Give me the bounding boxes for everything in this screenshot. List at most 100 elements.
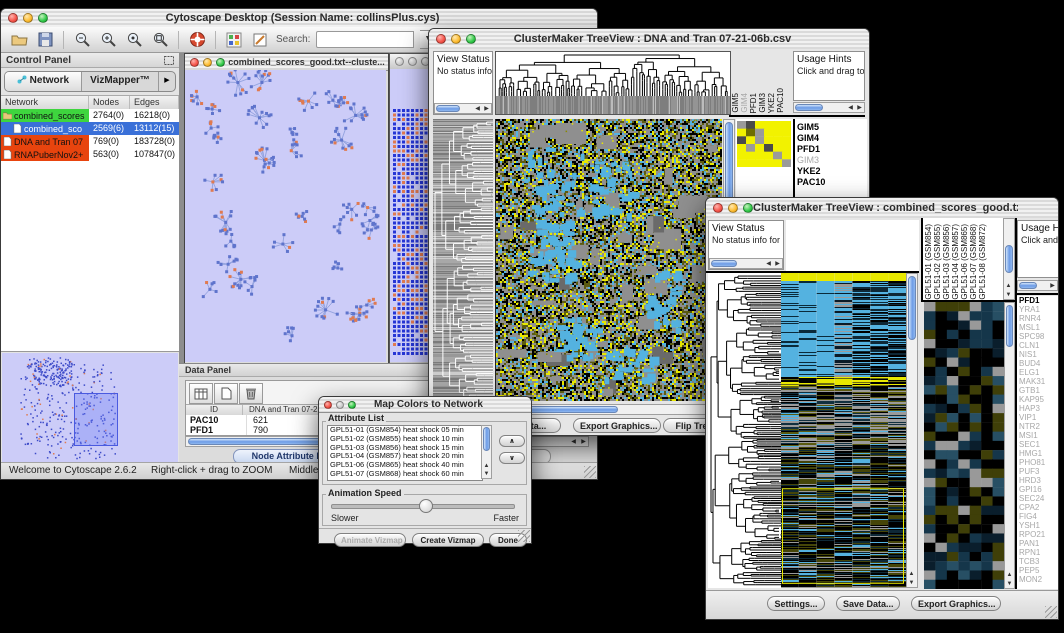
zoom-window-icon[interactable] (348, 401, 356, 409)
column-label[interactable]: GIM3 (759, 93, 767, 113)
save-session-button[interactable] (35, 30, 55, 50)
gene-label[interactable]: PFD1 (1017, 296, 1058, 305)
gene-label[interactable]: GIM5 (795, 122, 867, 133)
column-label[interactable]: GPL51-08 (GSM872) (979, 224, 987, 300)
gene-label[interactable]: SEC24 (1017, 494, 1058, 503)
col-network[interactable]: Network (1, 96, 89, 109)
column-label[interactable]: YKE2 (768, 93, 776, 113)
minimize-icon[interactable] (728, 203, 738, 213)
gene-label[interactable]: BUD4 (1017, 359, 1058, 368)
gene-label[interactable]: MSI1 (1017, 431, 1058, 440)
zoom-window-icon[interactable] (38, 13, 48, 23)
column-label[interactable]: GPL51-07 (GSM868) (970, 224, 978, 300)
gene-label[interactable]: HMG1 (1017, 449, 1058, 458)
zoom-window-icon[interactable] (743, 203, 753, 213)
column-label[interactable]: GPL51-04 (GSM857) (952, 224, 960, 300)
tv2-row-dendrogram[interactable] (708, 273, 781, 588)
scroll-down-icon[interactable]: ▼ (482, 471, 491, 477)
tv1-heatmap[interactable] (495, 119, 722, 401)
scroll-thumb[interactable] (795, 104, 823, 111)
tv1-similarity-matrix[interactable] (737, 121, 791, 167)
scroll-right-icon[interactable]: ▶ (855, 105, 864, 111)
scroll-thumb[interactable] (908, 276, 916, 340)
gene-label[interactable]: TCB3 (1017, 557, 1058, 566)
gene-label[interactable]: YSH1 (1017, 521, 1058, 530)
vizmapper-icon[interactable] (224, 30, 244, 50)
scroll-thumb[interactable] (1019, 282, 1037, 289)
scroll-right-icon[interactable]: ▶ (579, 439, 588, 445)
gene-label[interactable]: CLN1 (1017, 341, 1058, 350)
tv2-labels-scrollbar[interactable]: ▲ ▼ (1003, 218, 1015, 300)
tv2-hints-scrollbar[interactable]: ▶ (1017, 280, 1058, 291)
gene-label[interactable]: GIM3 (795, 155, 867, 166)
gene-label[interactable]: MSL1 (1017, 323, 1058, 332)
settings-button[interactable]: Settings... (767, 596, 825, 611)
move-down-button[interactable]: ∨ (499, 452, 525, 464)
delete-attribute-trash-icon[interactable] (239, 383, 263, 404)
scroll-thumb[interactable] (1006, 305, 1013, 347)
tv1-titlebar[interactable]: ClusterMaker TreeView : DNA and Tran 07-… (429, 29, 869, 50)
network-row-combined-sco-selected[interactable]: combined_sco 2569(6) 13112(15) (1, 122, 179, 135)
tv1-hints-scrollbar[interactable]: ◀ ▶ (793, 102, 865, 113)
gene-label[interactable]: RNR4 (1017, 314, 1058, 323)
scroll-left-icon[interactable]: ◀ (569, 439, 578, 445)
column-label[interactable]: GIM4 (741, 93, 749, 113)
gene-label[interactable]: PAN1 (1017, 539, 1058, 548)
scroll-left-icon[interactable]: ◀ (764, 261, 773, 267)
tv2-vscrollbar[interactable]: ▲ ▼ (906, 273, 918, 588)
scroll-right-icon[interactable]: ▶ (1048, 283, 1057, 289)
window-a-titlebar[interactable]: combined_scores_good.txt--cluste... (185, 54, 388, 71)
col-edges[interactable]: Edges (130, 96, 179, 109)
gene-label[interactable]: PEP5 (1017, 566, 1058, 575)
scroll-right-icon[interactable]: ▶ (482, 106, 491, 112)
speed-slider-thumb[interactable] (419, 499, 433, 513)
close-icon[interactable] (436, 34, 446, 44)
minimize-icon[interactable] (23, 13, 33, 23)
minimize-icon[interactable] (203, 58, 212, 67)
scroll-left-icon[interactable]: ◀ (473, 106, 482, 112)
gene-label[interactable]: SEC1 (1017, 440, 1058, 449)
scroll-thumb[interactable] (436, 105, 460, 112)
gene-label[interactable]: GIM4 (795, 133, 867, 144)
attribute-list-scrollbar[interactable]: ▲ ▼ (481, 425, 492, 479)
tv2-zoom-heatmap[interactable] (924, 302, 1004, 589)
gene-label[interactable]: NIS1 (1017, 350, 1058, 359)
gene-label[interactable]: KAP95 (1017, 395, 1058, 404)
close-icon[interactable] (395, 57, 404, 66)
export-graphics-button[interactable]: Export Graphics... (911, 596, 1001, 611)
view-status-scrollbar[interactable]: ◀ ▶ (434, 103, 492, 114)
tab-overflow-button[interactable]: ▶ (158, 72, 175, 91)
scroll-right-icon[interactable]: ▶ (773, 261, 782, 267)
column-label[interactable]: GPL51-06 (GSM865) (961, 224, 969, 300)
tv2-heatmap[interactable] (781, 273, 906, 588)
zoom-in-icon[interactable] (98, 30, 118, 50)
gene-label[interactable]: SPC98 (1017, 332, 1058, 341)
zoom-out-icon[interactable] (72, 30, 92, 50)
close-icon[interactable] (324, 401, 332, 409)
move-up-button[interactable]: ∧ (499, 435, 525, 447)
gene-label[interactable]: FIG4 (1017, 512, 1058, 521)
tv2-column-tree-area[interactable] (786, 220, 919, 271)
network-graph-view[interactable] (185, 70, 386, 362)
dialog-titlebar[interactable]: Map Colors to Network (319, 397, 531, 413)
scroll-up-icon[interactable]: ▲ (907, 571, 916, 577)
annotation-icon[interactable] (250, 30, 270, 50)
gene-label[interactable]: ELG1 (1017, 368, 1058, 377)
gene-label[interactable]: RPN1 (1017, 548, 1058, 557)
network-view-window-a[interactable]: combined_scores_good.txt--cluste... (184, 53, 389, 363)
tv2-titlebar[interactable]: ClusterMaker TreeView : combined_scores_… (706, 198, 1058, 219)
save-data-button[interactable]: Save Data... (836, 596, 900, 611)
float-panel-icon[interactable] (164, 56, 174, 65)
close-icon[interactable] (190, 58, 199, 67)
close-icon[interactable] (8, 13, 18, 23)
zoom-window-icon[interactable] (216, 58, 225, 67)
close-icon[interactable] (713, 203, 723, 213)
main-titlebar[interactable]: Cytoscape Desktop (Session Name: collins… (1, 9, 597, 28)
tv1-column-dendrogram[interactable] (495, 51, 731, 115)
column-label[interactable]: PAC10 (777, 88, 785, 113)
scroll-down-icon[interactable]: ▼ (1005, 581, 1014, 587)
attribute-list[interactable]: GPL51-01 (GSM854) heat shock 05 minGPL51… (327, 425, 483, 481)
gene-label[interactable]: GPI16 (1017, 485, 1058, 494)
search-input[interactable] (316, 31, 414, 48)
help-lifering-icon[interactable] (187, 30, 207, 50)
